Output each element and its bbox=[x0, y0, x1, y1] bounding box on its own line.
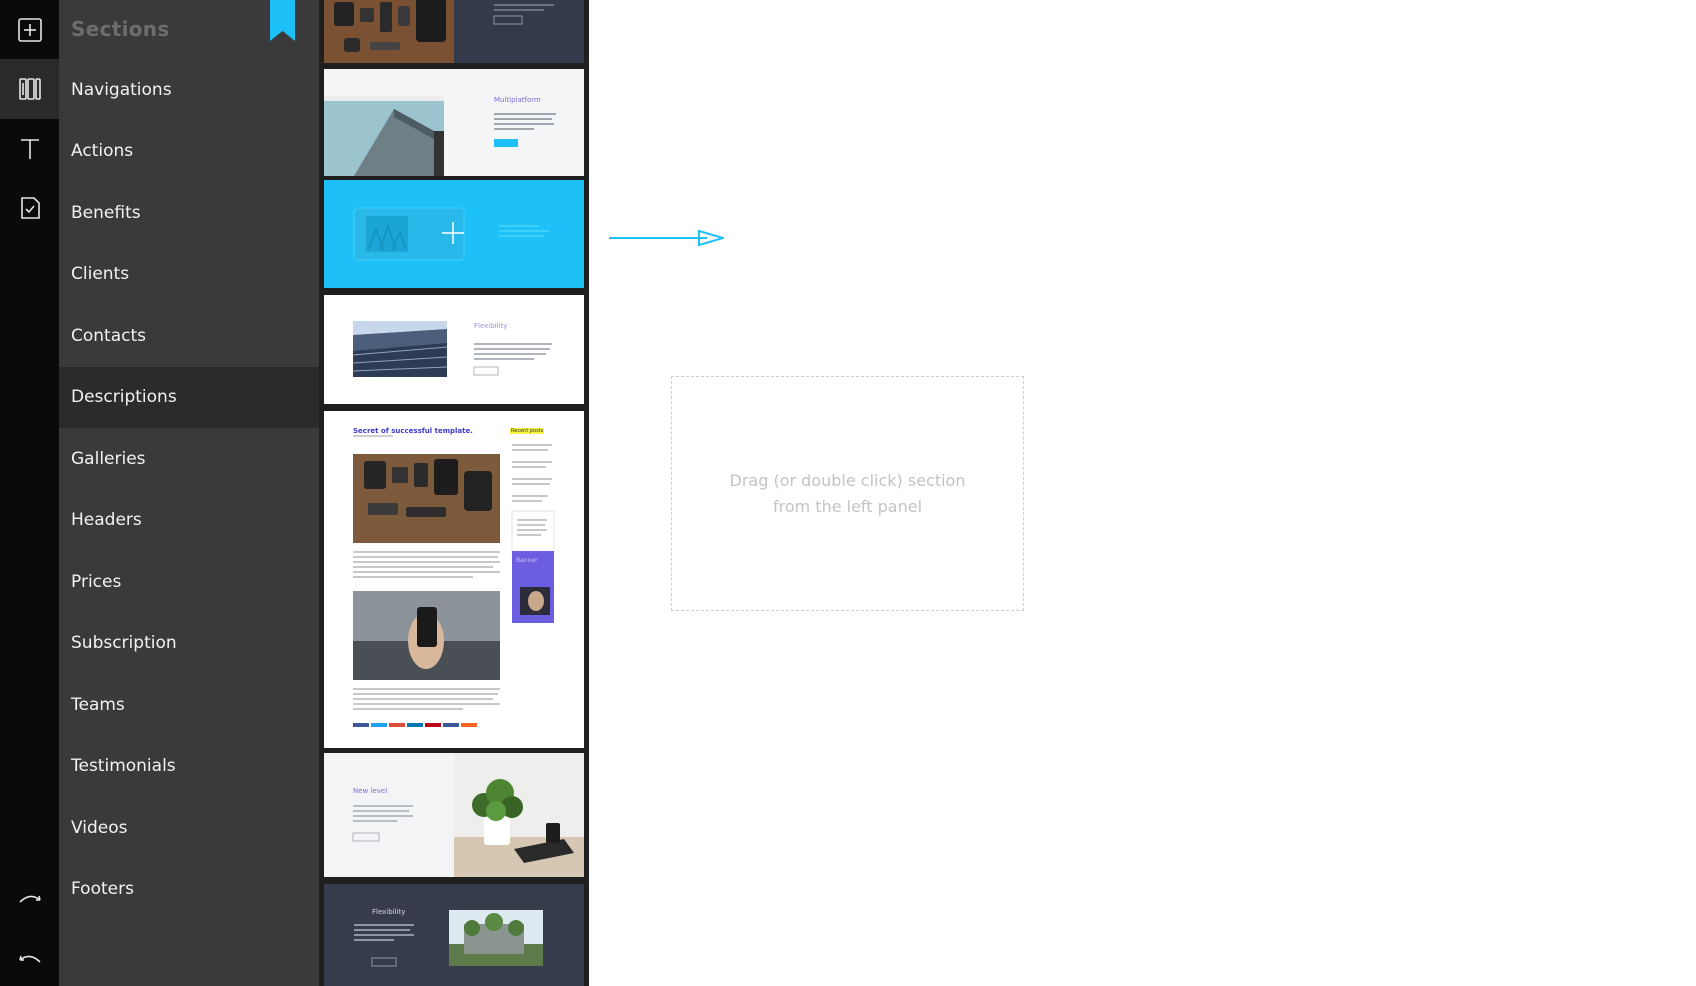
sidebar-item-teams[interactable]: Teams bbox=[59, 674, 319, 735]
sections-button[interactable] bbox=[0, 59, 59, 119]
gear-photo-thumbnail bbox=[324, 0, 554, 63]
section-thumbnail[interactable]: Secret of successful template. Recent po… bbox=[324, 411, 584, 748]
redo-icon bbox=[18, 895, 41, 903]
section-thumbnail-selected[interactable] bbox=[324, 180, 584, 288]
sidebar-item-actions[interactable]: Actions bbox=[59, 121, 319, 182]
building-photo-thumbnail bbox=[324, 96, 556, 176]
plant-photo-thumbnail bbox=[352, 753, 584, 877]
section-thumbnail[interactable]: Multiplatform bbox=[324, 69, 584, 176]
sidebar-item-label: Galleries bbox=[71, 448, 146, 469]
sidebar-title: Sections bbox=[71, 17, 170, 41]
sidebar-item-benefits[interactable]: Benefits bbox=[59, 182, 319, 243]
text-icon bbox=[20, 139, 39, 159]
sidebar-item-navigations[interactable]: Navigations bbox=[59, 59, 319, 120]
sidebar-item-label: Videos bbox=[71, 817, 128, 838]
thumbnail-heading: Flexibility bbox=[474, 322, 508, 330]
sidebar-item-label: Navigations bbox=[71, 79, 172, 100]
section-thumbnails: Multiplatform Flexibility Secret of succ… bbox=[319, 0, 589, 986]
undo-icon bbox=[18, 955, 41, 963]
sections-icon bbox=[18, 78, 41, 100]
undo-button[interactable] bbox=[0, 930, 59, 986]
sidebar-item-label: Benefits bbox=[71, 202, 141, 223]
sidebar-item-videos[interactable]: Videos bbox=[59, 797, 319, 858]
sidebar-item-label: Teams bbox=[71, 694, 125, 715]
skyscraper-photo-thumbnail bbox=[352, 321, 552, 377]
section-thumbnail[interactable] bbox=[324, 0, 584, 63]
add-section-button[interactable] bbox=[0, 0, 59, 60]
banner-label: Banner bbox=[516, 557, 538, 564]
sidebar-item-subscription[interactable]: Subscription bbox=[59, 613, 319, 674]
page-button[interactable] bbox=[0, 178, 59, 238]
add-section-icon bbox=[17, 18, 42, 42]
section-drop-zone[interactable]: Drag (or double click) section from the … bbox=[671, 376, 1024, 611]
text-button[interactable] bbox=[0, 119, 59, 179]
sidebar-item-label: Headers bbox=[71, 510, 142, 530]
sidebar-item-label: Clients bbox=[71, 264, 130, 284]
blog-layout-thumbnail bbox=[353, 435, 555, 727]
sidebar-item-label: Actions bbox=[71, 141, 134, 161]
thumbnail-heading: Secret of successful template. bbox=[353, 427, 473, 435]
sidebar-item-galleries[interactable]: Galleries bbox=[59, 428, 319, 489]
icon-rail bbox=[0, 0, 59, 986]
sidebar-item-footers[interactable]: Footers bbox=[59, 859, 319, 920]
sidebar-item-label: Contacts bbox=[71, 325, 146, 346]
bookmark-icon[interactable] bbox=[270, 0, 295, 41]
section-thumbnail[interactable]: New level bbox=[324, 753, 584, 877]
sections-sidebar: Sections Navigations Actions Benefits Clien… bbox=[59, 0, 319, 986]
page-icon bbox=[20, 197, 40, 219]
sidebar-item-headers[interactable]: Headers bbox=[59, 490, 319, 551]
thumbnail-heading: New level bbox=[353, 787, 388, 795]
sidebar-item-testimonials[interactable]: Testimonials bbox=[59, 736, 319, 797]
thumbnail-heading: Multiplatform bbox=[494, 96, 541, 104]
sidebar-item-label: Prices bbox=[71, 571, 122, 592]
sidebar-item-contacts[interactable]: Contacts bbox=[59, 305, 319, 366]
sidebar-item-label: Subscription bbox=[71, 633, 177, 653]
sidebar-item-descriptions[interactable]: Descriptions bbox=[59, 366, 319, 428]
sidebar-item-prices[interactable]: Prices bbox=[59, 551, 319, 612]
section-thumbnail[interactable]: Flexibility bbox=[324, 295, 584, 404]
drop-zone-line-2: from the left panel bbox=[772, 496, 923, 516]
thumbnail-heading: Flexibility bbox=[372, 908, 406, 916]
redo-button[interactable] bbox=[0, 870, 59, 930]
sidebar-item-clients[interactable]: Clients bbox=[59, 244, 319, 305]
page-canvas[interactable]: Drag (or double click) section from the … bbox=[589, 0, 1696, 986]
arrow-right-icon bbox=[609, 229, 724, 247]
dark-building-thumbnail bbox=[354, 910, 543, 967]
drop-zone-line-1: Drag (or double click) section bbox=[729, 470, 966, 490]
selected-thumbnail bbox=[353, 207, 549, 261]
sidebar-item-label: Descriptions bbox=[71, 387, 177, 407]
sidebar-item-label: Testimonials bbox=[71, 756, 176, 776]
section-thumbnail[interactable]: Flexibility bbox=[324, 884, 584, 986]
sidebar-item-label: Footers bbox=[71, 879, 134, 899]
recent-posts-label: Recent posts bbox=[510, 428, 545, 434]
